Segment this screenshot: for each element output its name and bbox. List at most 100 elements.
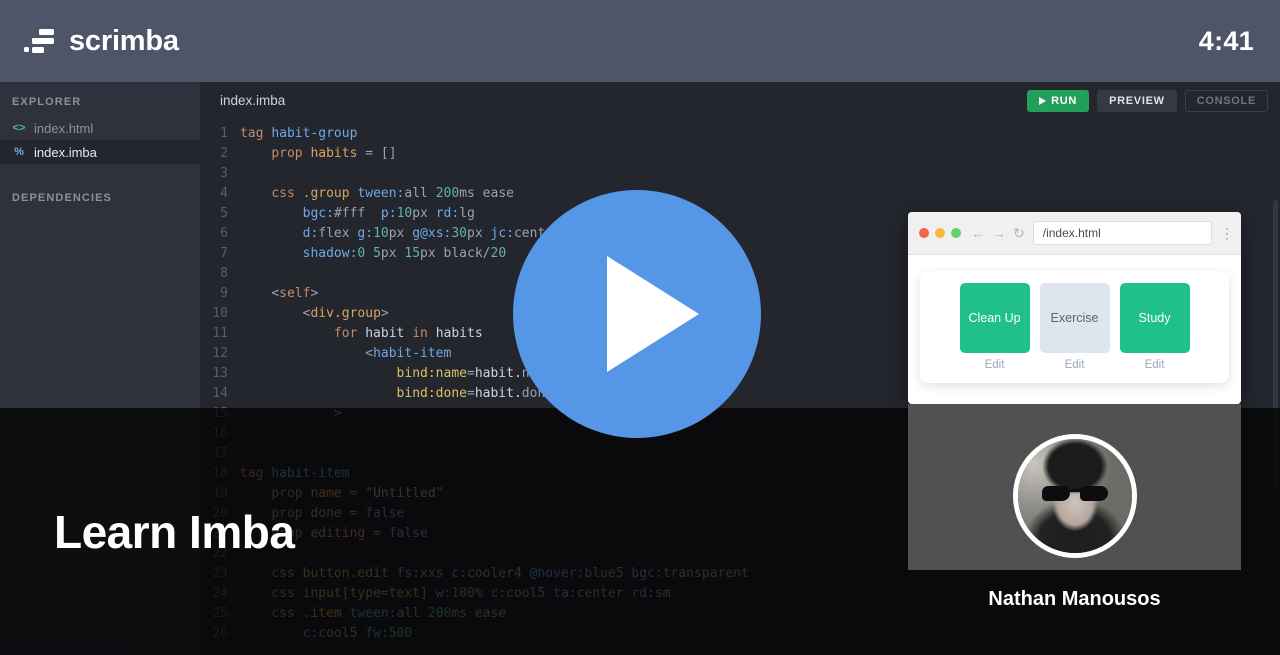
habit-edit-button[interactable]: Edit (985, 359, 1005, 371)
window-control-dots (919, 228, 961, 238)
line-code: > (333, 406, 342, 421)
avatar (1012, 434, 1137, 558)
imba-file-icon: % (14, 145, 24, 158)
brand[interactable]: scrimba (24, 25, 179, 58)
maximize-dot-icon[interactable] (951, 228, 961, 238)
line-code: prop name = "Untitled" (271, 486, 444, 501)
habit-edit-button[interactable]: Edit (1145, 359, 1165, 371)
reload-icon[interactable]: ↻ (1013, 225, 1025, 242)
habit-edit-button[interactable]: Edit (1065, 359, 1085, 371)
line-number: 23 (212, 566, 228, 581)
file-explorer-sidebar: EXPLORER <> index.html % index.imba DEPE… (0, 82, 200, 655)
dependencies-heading: DEPENDENCIES (12, 192, 112, 204)
play-button-icon[interactable] (513, 190, 761, 438)
browser-chrome-bar: ← → ↻ /index.html ⋮ (908, 212, 1241, 255)
line-number: 26 (212, 626, 228, 641)
app-header: scrimba 4:41 (0, 0, 1280, 82)
line-number: 6 (220, 226, 228, 241)
brand-name: scrimba (69, 24, 179, 57)
minimize-dot-icon[interactable] (935, 228, 945, 238)
file-label: index.imba (34, 144, 97, 160)
sidebar-file-index-imba[interactable]: % index.imba (0, 140, 200, 164)
habit-toggle-button[interactable]: Exercise (1039, 283, 1110, 353)
line-number: 24 (212, 586, 228, 601)
habit-toggle-button[interactable]: Clean Up (959, 283, 1030, 353)
line-number: 7 (220, 246, 228, 261)
line-number: 19 (212, 486, 228, 501)
play-triangle-shape (607, 256, 699, 372)
line-number: 9 (220, 286, 228, 301)
line-number: 16 (212, 426, 228, 441)
line-number: 12 (212, 346, 228, 361)
line-number: 13 (212, 366, 228, 381)
sunglasses-icon (1041, 486, 1108, 501)
arrow-right-icon[interactable]: → (992, 225, 1006, 241)
line-number: 14 (212, 386, 228, 401)
line-code: bgc:#fff p:10px rd:lg (302, 206, 475, 221)
line-number: 17 (212, 446, 228, 461)
console-button[interactable]: CONSOLE (1184, 89, 1268, 112)
tab-index-imba[interactable]: index.imba (220, 93, 285, 108)
run-button[interactable]: RUN (1027, 89, 1090, 112)
habit-item: Clean Up Edit (959, 283, 1030, 373)
line-number: 11 (212, 326, 228, 341)
line-code: bind:name=habit.name (396, 366, 554, 381)
habit-item: Exercise Edit (1039, 283, 1110, 373)
code-line: 2 prop habits = [] (200, 144, 1280, 164)
presenter-caption-bar: Nathan Manousos (908, 570, 1241, 655)
page-title: Learn Imba (54, 506, 295, 558)
url-bar[interactable]: /index.html (1032, 221, 1212, 245)
line-number: 8 (220, 266, 228, 281)
habit-group: Clean Up Edit Exercise Edit Study Edit (920, 271, 1229, 383)
line-code: tag habit-item (240, 466, 350, 481)
habit-toggle-button[interactable]: Study (1119, 283, 1190, 353)
line-number: 18 (212, 466, 228, 481)
editor-toolbar: index.imba RUN PREVIEW CONSOLE (200, 82, 1280, 119)
line-code: css button.edit fs:xxs c:cooler4 @hover:… (271, 566, 749, 581)
line-code: for habit in habits (333, 326, 483, 341)
line-number: 15 (212, 406, 228, 421)
scrimba-player-screen: scrimba 4:41 EXPLORER <> index.html % in… (0, 0, 1280, 655)
html-file-icon: <> (12, 121, 26, 134)
preview-browser-window: ← → ↻ /index.html ⋮ Clean Up Edit Exercise… (908, 212, 1241, 404)
line-code: css .item tween:all 200ms ease (271, 606, 507, 621)
toolbar-actions: RUN PREVIEW CONSOLE (1027, 89, 1268, 112)
presenter-name: Nathan Manousos (988, 588, 1161, 610)
line-code: d:flex g:10px g@xs:30px jc:center (302, 226, 561, 241)
line-number: 25 (212, 606, 228, 621)
line-code: <self> (271, 286, 319, 301)
scrimba-waveform-logo-icon (24, 28, 58, 54)
arrow-left-icon[interactable]: ← (971, 225, 985, 241)
explorer-heading: EXPLORER (12, 96, 82, 108)
line-number: 1 (220, 126, 228, 141)
line-code: css input[type=text] w:100% c:cool5 ta:c… (271, 586, 671, 601)
preview-page-content: Clean Up Edit Exercise Edit Study Edit (908, 255, 1241, 404)
line-code: tag habit-group (240, 126, 358, 141)
playback-timer: 4:41 (1198, 25, 1254, 56)
line-code: c:cool5 fw:500 (302, 626, 413, 641)
code-line: 4 css .group tween:all 200ms ease (200, 184, 1280, 204)
line-number: 5 (220, 206, 228, 221)
code-line: 3 (200, 164, 1280, 184)
run-label: RUN (1051, 94, 1078, 107)
line-code: <div.group> (302, 306, 389, 321)
line-number: 4 (220, 186, 228, 201)
code-line: 1 tag habit-group (200, 124, 1280, 144)
browser-nav-icons: ← → ↻ (971, 225, 1025, 242)
line-code: prop habits = [] (271, 146, 397, 161)
url-text: /index.html (1042, 226, 1101, 240)
editor-vertical-scrollbar[interactable] (1273, 200, 1278, 490)
line-code: shadow:0 5px 15px black/20 (302, 246, 507, 261)
line-code: css .group tween:all 200ms ease (271, 186, 514, 201)
kebab-menu-icon[interactable]: ⋮ (1220, 225, 1234, 242)
habit-item: Study Edit (1119, 283, 1190, 373)
preview-button[interactable]: PREVIEW (1097, 89, 1177, 112)
file-label: index.html (34, 120, 94, 136)
presenter-facecam (908, 404, 1241, 570)
line-code: bind:done=habit.done (396, 386, 554, 401)
line-number: 2 (220, 146, 228, 161)
sidebar-file-index-html[interactable]: <> index.html (0, 116, 200, 140)
close-dot-icon[interactable] (919, 228, 929, 238)
line-number: 10 (212, 306, 228, 321)
play-triangle-icon (1039, 96, 1047, 105)
